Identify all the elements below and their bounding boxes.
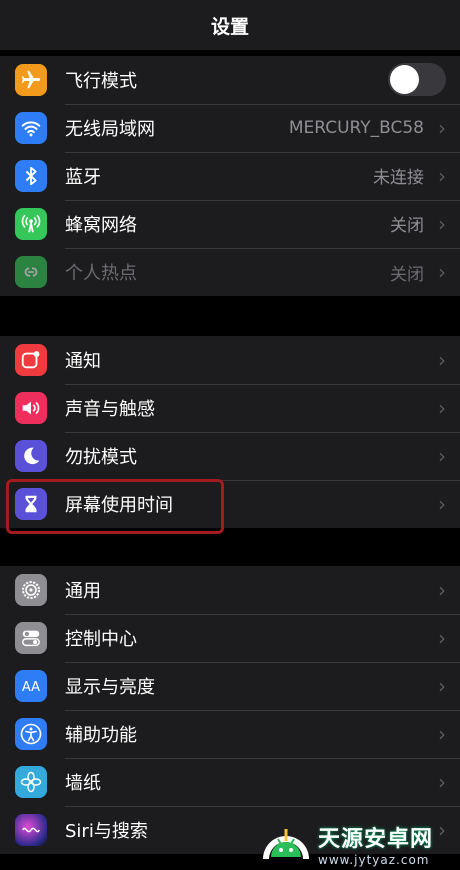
settings-row-label: 通用 [65,580,101,602]
settings-row-label: 个人热点 [65,263,137,284]
settings-row-label: 辅助功能 [65,724,137,746]
settings-row-airplane-mode[interactable]: 飞行模式 [0,56,460,105]
settings-row-value: 未连接 [373,168,424,188]
watermark: 天源安卓网 www.jytyaz.com [258,818,460,870]
settings-row-do-not-disturb[interactable]: 勿扰模式 › [0,432,460,481]
settings-row-value: MERCURY_BC58 [288,117,424,138]
accessibility-icon [15,718,47,750]
settings-row-control-center[interactable]: 控制中心 › [0,614,460,663]
page-title: 设置 [210,15,249,38]
moon-icon [15,440,47,472]
chevron-right-icon: › [438,260,446,284]
watermark-url: www.jytyaz.com [318,853,430,867]
settings-row-sounds[interactable]: 声音与触感 › [0,384,460,433]
chevron-right-icon: › [438,577,446,602]
settings-row-value: 关闭 [390,264,424,285]
toggle-knob [390,65,419,94]
chevron-right-icon: › [438,492,446,516]
settings-row-notifications[interactable]: 通知 › [0,336,460,385]
settings-row-label: 无线局域网 [65,118,155,140]
settings-row-bluetooth[interactable]: 蓝牙 未连接 › [0,152,460,201]
watermark-android-logo-icon [258,820,314,868]
chevron-right-icon: › [438,115,446,140]
chevron-right-icon: › [438,395,446,420]
settings-row-label: 声音与触感 [65,398,155,420]
cellular-icon [15,208,47,240]
wifi-icon [15,112,47,144]
siri-icon [15,814,47,846]
chevron-right-icon: › [438,347,446,372]
hotspot-icon [15,256,47,288]
chevron-right-icon: › [438,769,446,794]
chevron-right-icon: › [438,673,446,698]
sound-icon [15,392,47,424]
settings-row-cellular[interactable]: 蜂窝网络 关闭 › [0,200,460,249]
settings-row-label: 飞行模式 [65,70,137,92]
notifications-icon [15,344,47,376]
settings-row-label: 控制中心 [65,628,137,650]
group-spacer [0,296,460,336]
svg-text:AA: AA [22,680,40,695]
airplane-icon [15,64,47,96]
settings-row-label: 通知 [65,350,101,372]
settings-row-label: 蜂窝网络 [65,214,137,236]
gear-icon [15,574,47,606]
chevron-right-icon: › [438,721,446,746]
airplane-mode-toggle[interactable] [388,63,446,96]
chevron-right-icon: › [438,443,446,468]
settings-row-accessibility[interactable]: 辅助功能 › [0,710,460,759]
chevron-right-icon: › [438,211,446,236]
settings-row-wlan[interactable]: 无线局域网 MERCURY_BC58 › [0,104,460,153]
chevron-right-icon: › [438,163,446,188]
settings-row-label: 显示与亮度 [65,676,155,698]
settings-row-label: 勿扰模式 [65,446,137,468]
switches-icon [15,622,47,654]
highlight-box [6,479,224,534]
nav-bar: 设置 [0,0,460,50]
display-aa-icon: AA [15,670,47,702]
chevron-right-icon: › [438,625,446,650]
bluetooth-icon [15,160,47,192]
settings-row-wallpaper[interactable]: 墙纸 › [0,758,460,807]
wallpaper-icon [15,766,47,798]
connectivity-group: 飞行模式 无线局域网 MERCURY_BC58 › 蓝牙 未连接 › 蜂窝网络 … [0,56,460,296]
settings-row-value: 关闭 [390,216,424,236]
watermark-site-name: 天源安卓网 [318,827,434,852]
settings-row-label: 墙纸 [65,772,101,794]
general-group: 通用 › 控制中心 › AA 显示与亮度 › 辅助功能 › 墙纸 › Siri与… [0,566,460,854]
settings-row-general[interactable]: 通用 › [0,566,460,615]
settings-row-hotspot[interactable]: 个人热点 关闭 › [0,248,460,296]
settings-row-display-brightness[interactable]: AA 显示与亮度 › [0,662,460,711]
settings-row-label: 蓝牙 [65,166,101,188]
